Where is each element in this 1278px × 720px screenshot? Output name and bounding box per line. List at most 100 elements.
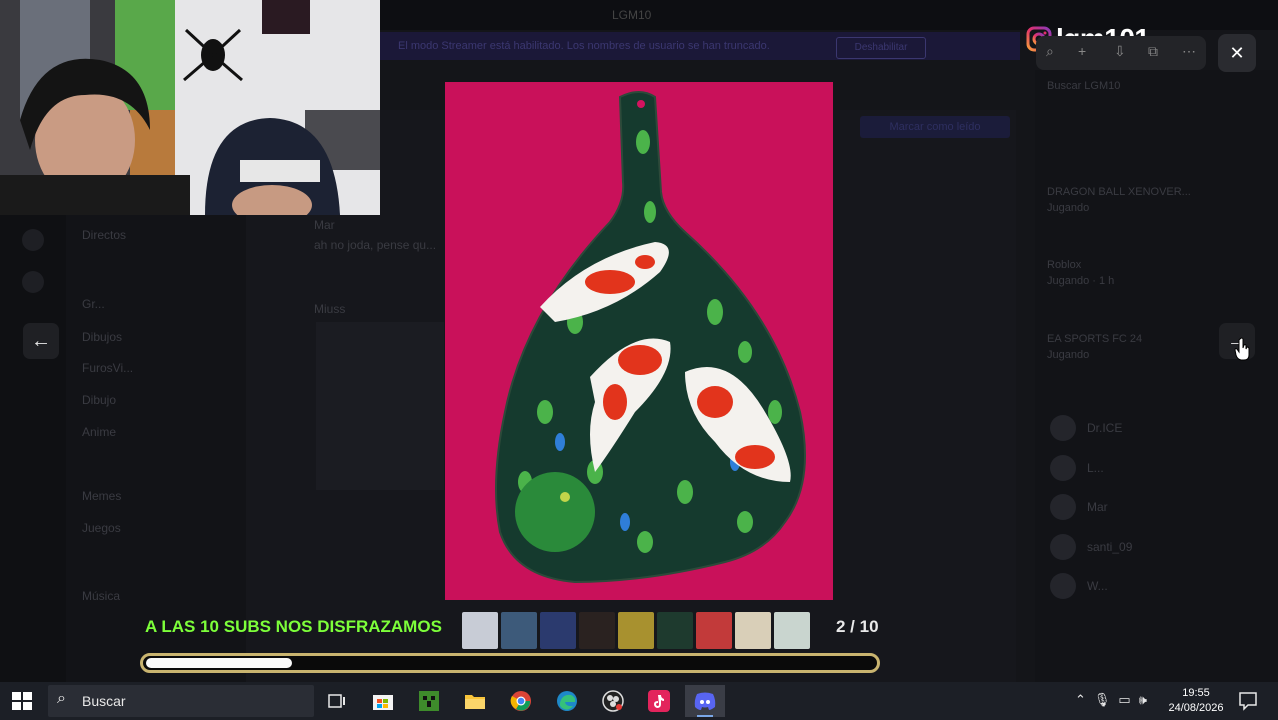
- webcam-feed: [0, 0, 380, 215]
- channel-item[interactable]: Dibujos: [82, 330, 122, 344]
- microsoft-store-icon: [373, 695, 393, 710]
- thumbnail[interactable]: [618, 612, 654, 649]
- thumbnail[interactable]: [462, 612, 498, 649]
- thumbnail[interactable]: [696, 612, 732, 649]
- close-icon: ✕: [1229, 42, 1245, 63]
- obs-icon: [602, 690, 624, 712]
- more-icon[interactable]: ⋯: [1182, 43, 1196, 60]
- store-app[interactable]: [363, 685, 403, 717]
- open-external-icon[interactable]: ⧉: [1148, 43, 1158, 60]
- channel-item[interactable]: Música: [82, 589, 120, 603]
- taskbar-search[interactable]: ⌕ Buscar: [48, 685, 314, 717]
- channel-item[interactable]: Juegos: [82, 521, 121, 535]
- volume-icon[interactable]: 🕪: [1139, 692, 1147, 708]
- image-counter: 2 / 10: [836, 617, 879, 636]
- download-icon[interactable]: ⇩: [1114, 43, 1126, 60]
- chrome-icon: [510, 691, 531, 711]
- channel-item[interactable]: Memes: [82, 489, 121, 503]
- disable-streamer-button[interactable]: Deshabilitar: [836, 37, 926, 59]
- file-explorer-app[interactable]: [455, 685, 495, 717]
- message-author: Mar: [314, 218, 335, 232]
- previous-image-button[interactable]: ←: [23, 323, 59, 359]
- activity-title: Roblox: [1047, 259, 1082, 271]
- image-toolbar: ⌕ + ⇩ ⧉ ⋯: [1036, 36, 1206, 70]
- minecraft-app[interactable]: [409, 685, 449, 717]
- member-name[interactable]: W...: [1087, 579, 1108, 593]
- member-name[interactable]: Dr.ICE: [1087, 421, 1122, 435]
- arrow-left-icon: ←: [31, 329, 51, 352]
- network-icon[interactable]: ▭: [1118, 692, 1130, 708]
- channel-item[interactable]: Anime: [82, 425, 116, 439]
- close-viewer-button[interactable]: ✕: [1218, 34, 1256, 72]
- minecraft-icon: [419, 691, 439, 711]
- message-text: ah no joda, pense qu...: [314, 238, 437, 252]
- edge-icon: [557, 691, 577, 711]
- subs-progress-bar: [140, 653, 880, 673]
- thumbnail-strip: [462, 612, 810, 649]
- search-label: Buscar: [82, 693, 126, 709]
- channel-item[interactable]: Dibujo: [82, 393, 116, 407]
- thumbnail[interactable]: [540, 612, 576, 649]
- date-text: 24/08/2026: [1168, 702, 1224, 714]
- channel-item[interactable]: FurosVi...: [82, 361, 133, 375]
- message-author: Miuss: [314, 302, 346, 316]
- viewed-image: [445, 82, 833, 600]
- zoom-icon[interactable]: ⌕: [1046, 43, 1054, 60]
- activity-sub: Jugando · 1 h: [1047, 275, 1115, 287]
- system-tray: ⌃ 🎙 ▭ 🕪: [1075, 692, 1147, 708]
- thumbnail[interactable]: [501, 612, 537, 649]
- member-name[interactable]: santi_09: [1087, 540, 1132, 554]
- thumbnail[interactable]: [774, 612, 810, 649]
- avatar: [1050, 573, 1076, 599]
- hand-cursor-icon: [1234, 337, 1250, 361]
- channel-item[interactable]: Gr...: [82, 297, 105, 311]
- message-image[interactable]: [316, 322, 444, 490]
- microphone-icon[interactable]: 🎙: [1094, 692, 1111, 708]
- activity-title: DRAGON BALL XENOVER...: [1047, 186, 1191, 198]
- webcam-image: [0, 0, 380, 215]
- avatar: [1050, 415, 1076, 441]
- notification-icon[interactable]: [1238, 691, 1258, 711]
- progress-fill: [146, 658, 292, 668]
- chevron-up-icon[interactable]: ⌃: [1075, 692, 1086, 708]
- active-indicator: [697, 715, 713, 717]
- member-name[interactable]: L...: [1087, 461, 1104, 475]
- thumbnail[interactable]: [657, 612, 693, 649]
- edge-app[interactable]: [547, 685, 587, 717]
- tiktok-icon: [648, 690, 670, 712]
- mark-read-button[interactable]: Marcar como leído: [860, 116, 1010, 138]
- clock[interactable]: 19:55 24/08/2026: [1166, 686, 1226, 716]
- folder-icon: [465, 695, 485, 709]
- avatar: [1050, 494, 1076, 520]
- window-title: LGM10: [612, 8, 652, 22]
- obs-app[interactable]: [593, 685, 633, 717]
- chrome-app[interactable]: [501, 685, 541, 717]
- activity-sub: Jugando: [1047, 202, 1090, 214]
- tiktok-app[interactable]: [639, 685, 679, 717]
- discord-app[interactable]: [685, 685, 725, 717]
- member-name[interactable]: Mar: [1087, 500, 1108, 514]
- avatar: [1050, 534, 1076, 560]
- task-view-button[interactable]: [317, 685, 357, 717]
- activity-title: EA SPORTS FC 24: [1047, 333, 1143, 345]
- channel-list: [66, 215, 246, 682]
- task-view-icon: [328, 694, 345, 708]
- search-input[interactable]: Buscar LGM10: [1047, 80, 1120, 92]
- server-list: [0, 215, 66, 682]
- server-icon[interactable]: [22, 229, 44, 251]
- server-icon[interactable]: [22, 271, 44, 293]
- activity-sub: Jugando: [1047, 349, 1090, 361]
- taskbar: ⌕ Buscar ⌃ 🎙 ▭ 🕪 19:55 24/08/2026: [0, 682, 1278, 720]
- streamer-mode-notice: El modo Streamer está habilitado. Los no…: [398, 40, 770, 52]
- avatar: [1050, 455, 1076, 481]
- discord-icon: [694, 692, 716, 710]
- time-text: 19:55: [1182, 687, 1210, 699]
- channel-item[interactable]: Directos: [82, 228, 126, 242]
- add-icon[interactable]: +: [1078, 43, 1086, 59]
- search-icon: ⌕: [57, 690, 66, 707]
- windows-start-icon[interactable]: [10, 690, 34, 712]
- thumbnail[interactable]: [735, 612, 771, 649]
- lily-pad: [515, 472, 595, 552]
- subs-goal-banner: A LAS 10 SUBS NOS DISFRAZAMOS: [145, 617, 442, 636]
- thumbnail[interactable]: [579, 612, 615, 649]
